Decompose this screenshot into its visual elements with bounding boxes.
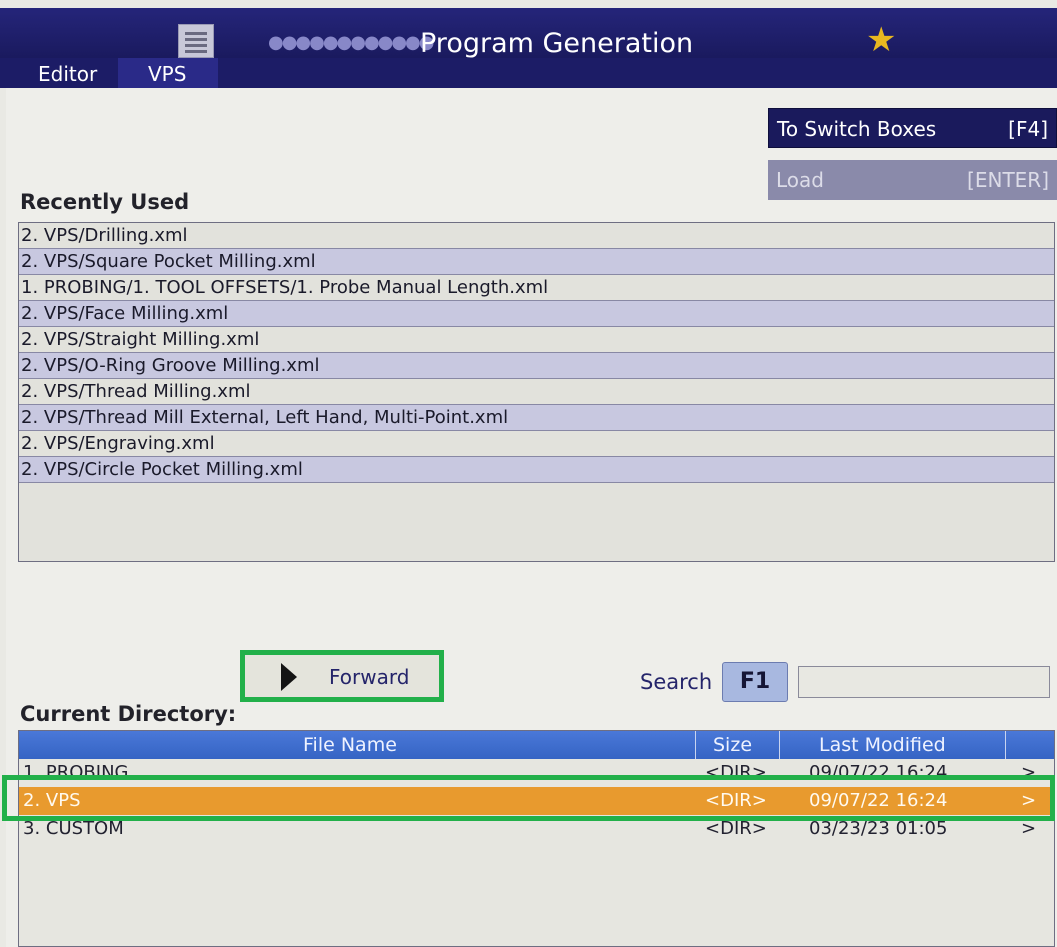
list-item[interactable]: 2. VPS/Drilling.xml	[19, 223, 1054, 249]
search-f1-key[interactable]: F1	[722, 662, 788, 702]
load-key: [ENTER]	[967, 168, 1049, 192]
column-divider	[1005, 731, 1006, 759]
list-item[interactable]: 1. PROBING/1. TOOL OFFSETS/1. Probe Manu…	[19, 275, 1054, 301]
table-header: File Name Size Last Modified	[19, 731, 1054, 759]
column-size[interactable]: Size	[713, 734, 752, 756]
forward-button[interactable]: Forward	[240, 650, 444, 702]
search-input[interactable]	[798, 666, 1050, 698]
window-title: Program Generation	[420, 28, 694, 59]
switch-boxes-key: [F4]	[1008, 117, 1048, 141]
list-item[interactable]: 2. VPS/Square Pocket Milling.xml	[19, 249, 1054, 275]
list-item[interactable]: 2. VPS/Circle Pocket Milling.xml	[19, 457, 1054, 483]
list-item[interactable]: 2. VPS/Engraving.xml	[19, 431, 1054, 457]
selection-highlight-box	[2, 775, 1055, 821]
title-bar: ●●●●●●●●●●●● Program Generation ★	[0, 8, 1057, 59]
recently-used-heading: Recently Used	[20, 190, 190, 214]
list-item[interactable]: 2. VPS/Straight Milling.xml	[19, 327, 1054, 353]
loading-dots-decoration: ●●●●●●●●●●●●	[268, 32, 434, 53]
play-arrow-icon	[281, 663, 297, 691]
recently-used-list[interactable]: 2. VPS/Drilling.xml 2. VPS/Square Pocket…	[18, 222, 1055, 562]
forward-label: Forward	[329, 665, 410, 689]
list-item[interactable]: 2. VPS/Thread Milling.xml	[19, 379, 1054, 405]
switch-boxes-button[interactable]: To Switch Boxes [F4]	[768, 108, 1057, 148]
tab-editor[interactable]: Editor	[38, 62, 97, 86]
list-item[interactable]: 2. VPS/Face Milling.xml	[19, 301, 1054, 327]
switch-boxes-label: To Switch Boxes	[777, 117, 937, 141]
tab-vps-label: VPS	[148, 62, 187, 86]
star-icon[interactable]: ★	[866, 23, 896, 57]
tab-vps[interactable]: VPS	[118, 58, 218, 88]
directory-table[interactable]: File Name Size Last Modified 1. PROBING …	[18, 730, 1055, 947]
list-item[interactable]: 2. VPS/Thread Mill External, Left Hand, …	[19, 405, 1054, 431]
current-directory-heading: Current Directory:	[20, 702, 237, 726]
load-label: Load	[776, 168, 824, 192]
search-label: Search	[640, 670, 713, 694]
load-button[interactable]: Load [ENTER]	[768, 160, 1057, 200]
column-last-modified[interactable]: Last Modified	[819, 734, 946, 756]
column-file-name[interactable]: File Name	[303, 734, 397, 756]
list-item[interactable]: 2. VPS/O-Ring Groove Milling.xml	[19, 353, 1054, 379]
tab-bar: Editor VPS	[0, 58, 1057, 88]
column-divider	[779, 731, 780, 759]
column-divider	[695, 731, 696, 759]
menu-icon[interactable]	[178, 24, 214, 58]
